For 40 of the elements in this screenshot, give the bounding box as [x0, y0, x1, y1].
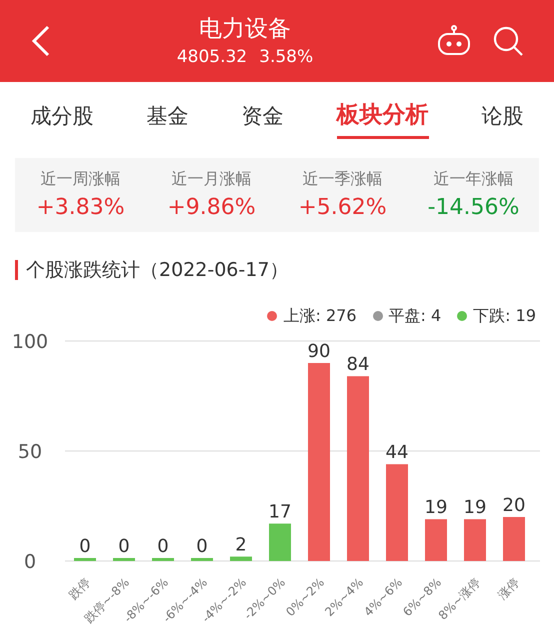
legend-label: 平盘: 4 [388, 304, 442, 326]
tab[interactable]: 资金 [242, 98, 284, 132]
bar-value-label: 0 [118, 536, 130, 556]
bar-value-label: 84 [346, 354, 370, 375]
axis-tick-label: 100 [12, 330, 48, 352]
stat-value: +5.62% [298, 194, 387, 222]
bar-value-label: 0 [196, 536, 208, 556]
legend-label: 上涨: 276 [283, 304, 356, 326]
legend-label: 下跌: 19 [473, 304, 536, 326]
index-price: 4805.32 [176, 46, 248, 69]
tab[interactable]: 板块分析 [336, 90, 428, 140]
axis-tick-label: 50 [18, 440, 42, 462]
stat-label: 近一月涨幅 [172, 168, 252, 190]
page-title: 电力设备 [199, 15, 291, 44]
axis-tick-label: 0 [24, 550, 36, 572]
bar-value-label: 0 [79, 536, 91, 556]
index-change: 3.58% [259, 46, 314, 69]
tab[interactable]: 成分股 [30, 98, 94, 132]
bar-value-label: 44 [386, 442, 408, 463]
stat-label: 近一周涨幅 [40, 168, 120, 190]
stat-value: +3.83% [36, 194, 125, 222]
bar-value-label: 2 [235, 534, 247, 556]
stat-value: +9.86% [167, 194, 256, 222]
bar-value-label: 20 [502, 494, 526, 516]
category-label: 涨停 [495, 574, 522, 602]
stat-value: -14.56% [428, 194, 520, 222]
section-marker [15, 260, 18, 280]
bar-value-label: 0 [157, 536, 169, 556]
section-title: 个股涨跌统计（2022-06-17） [26, 258, 288, 283]
stat-label: 近一季涨幅 [302, 168, 382, 190]
bar-value-label: 90 [308, 340, 330, 362]
search-icon[interactable] [492, 25, 524, 57]
tab[interactable]: 基金 [146, 98, 188, 132]
stat-label: 近一年涨幅 [434, 168, 514, 190]
tab[interactable]: 论股 [482, 98, 524, 132]
bar-value-label: 17 [268, 501, 292, 522]
bar-value-label: 19 [464, 496, 486, 518]
category-label: 跌停 [66, 574, 94, 602]
robot-icon[interactable] [436, 24, 472, 58]
bar-value-label: 19 [424, 496, 448, 518]
